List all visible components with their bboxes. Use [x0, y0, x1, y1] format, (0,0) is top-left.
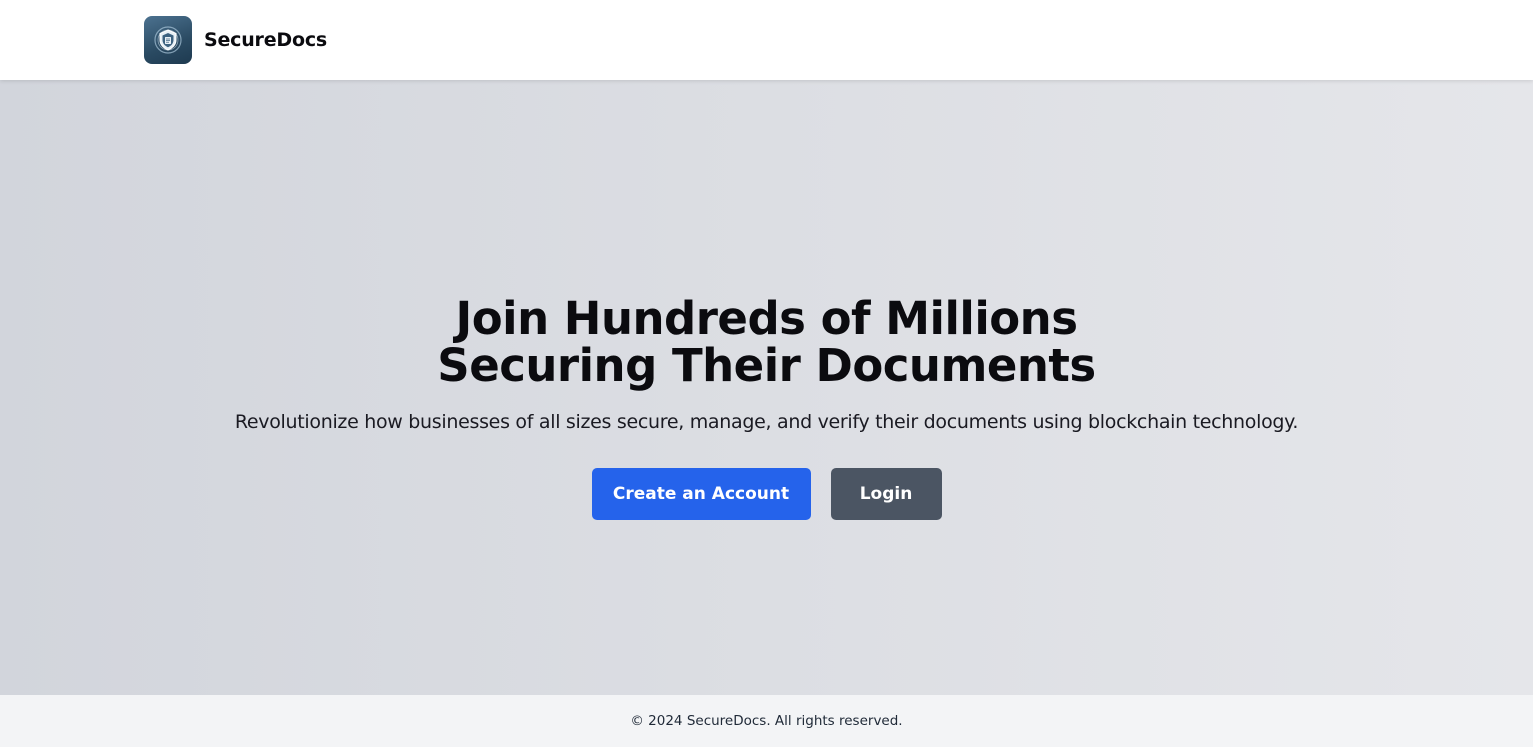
brand-home-link[interactable]: SecureDocs — [144, 16, 327, 64]
login-button[interactable]: Login — [830, 468, 942, 520]
securedocs-logo-icon — [144, 16, 192, 64]
top-navbar: SecureDocs — [0, 0, 1533, 80]
hero-actions: Create an Account Login — [0, 468, 1533, 520]
hero-subtitle: Revolutionize how businesses of all size… — [234, 411, 1299, 433]
hero-section: Join Hundreds of Millions Securing Their… — [0, 80, 1533, 695]
hero-title: Join Hundreds of Millions Securing Their… — [0, 295, 1533, 389]
brand-name: SecureDocs — [204, 29, 328, 51]
footer: © 2024 SecureDocs. All rights reserved. — [0, 695, 1533, 747]
shield-icon — [154, 26, 182, 54]
hero-title-line-2: Securing Their Documents — [437, 339, 1096, 392]
footer-copyright: © 2024 SecureDocs. All rights reserved. — [630, 713, 903, 729]
create-account-button[interactable]: Create an Account — [591, 468, 811, 520]
hero-title-line-1: Join Hundreds of Millions — [455, 292, 1078, 345]
